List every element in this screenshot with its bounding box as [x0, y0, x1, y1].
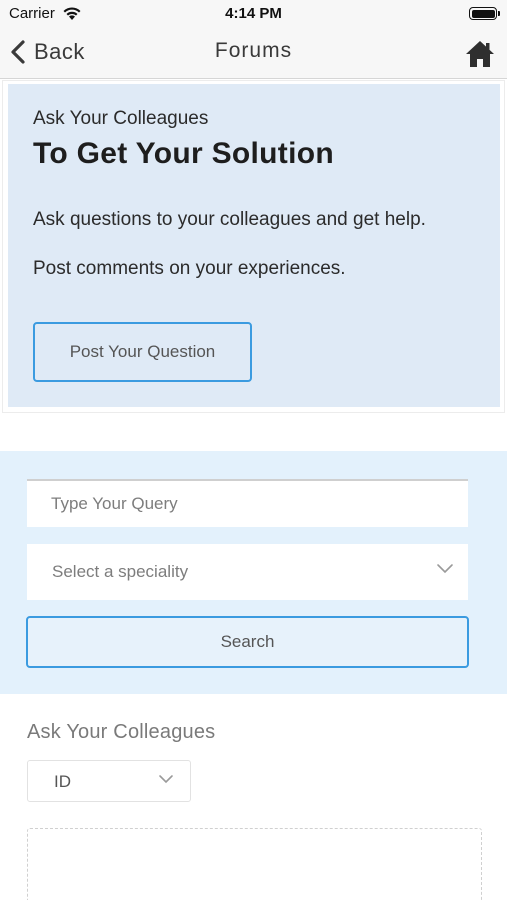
- chevron-down-icon: [437, 564, 453, 574]
- home-icon[interactable]: [465, 39, 495, 69]
- hero-kicker: Ask Your Colleagues: [33, 108, 209, 129]
- speciality-placeholder: Select a speciality: [52, 562, 189, 581]
- query-input[interactable]: [27, 479, 468, 527]
- hero-description-2: Post comments on your experiences.: [33, 258, 346, 279]
- navigation-bar: Back Forums: [0, 28, 507, 79]
- id-select[interactable]: ID: [27, 760, 191, 802]
- search-button[interactable]: Search: [26, 616, 469, 668]
- back-button[interactable]: Back: [8, 37, 85, 67]
- battery-icon: [469, 7, 500, 20]
- back-chevron-icon: [11, 40, 25, 64]
- hero-banner: Ask Your Colleagues To Get Your Solution…: [8, 84, 500, 407]
- back-label: Back: [34, 39, 85, 64]
- ask-section: Ask Your Colleagues ID: [0, 694, 507, 900]
- post-question-button[interactable]: Post Your Question: [33, 322, 252, 382]
- search-section: Select a speciality Search: [0, 451, 507, 694]
- hero-description-1: Ask questions to your colleagues and get…: [33, 209, 426, 230]
- status-bar: Carrier 4:14 PM: [0, 0, 507, 28]
- ask-section-label: Ask Your Colleagues: [27, 721, 216, 743]
- status-time: 4:14 PM: [225, 5, 282, 22]
- id-select-value: ID: [54, 772, 71, 791]
- hero-title: To Get Your Solution: [33, 137, 334, 170]
- question-textarea[interactable]: [27, 828, 482, 900]
- speciality-select[interactable]: Select a speciality: [27, 544, 468, 600]
- chevron-down-icon: [159, 775, 173, 784]
